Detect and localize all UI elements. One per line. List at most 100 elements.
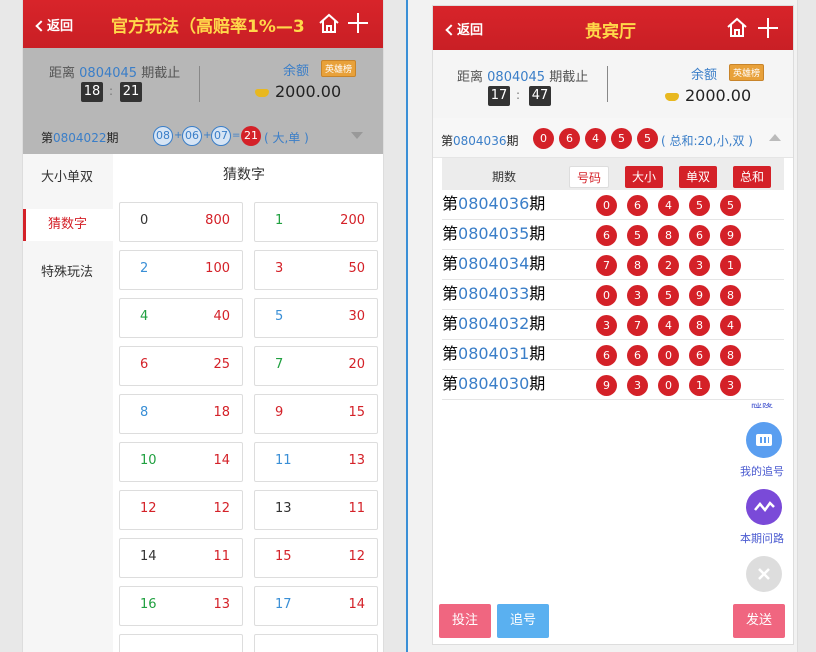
history-ball: 8 [720,345,741,366]
draw-ball: 06 [182,126,202,146]
history-ball: 2 [658,255,679,276]
hero-rank-badge[interactable]: 英雄榜 [729,64,765,81]
plus-icon[interactable] [347,12,369,34]
last-period: 第0804036期 [441,134,519,148]
number-cell-partial[interactable] [254,634,378,652]
history-ball: 7 [627,315,648,336]
collapse-up-icon[interactable] [769,134,781,141]
number-cell[interactable]: 16 13 [119,586,243,626]
ticket-icon [756,434,772,446]
history-ball: 5 [689,195,710,216]
number-cell[interactable]: 8 18 [119,394,243,434]
my-tracking-label: 我的追号 [740,465,784,478]
balance-value: 2000.00 [665,86,751,105]
number-cell[interactable]: 15 12 [254,538,378,578]
close-floating-button[interactable] [746,556,782,592]
number-cell[interactable]: 13 11 [254,490,378,530]
sidebar-item-guess-number[interactable]: 猜数字 [23,209,113,241]
cell-odds: 12 [348,549,365,564]
track-button[interactable]: 追号 [497,604,549,638]
right-header: 返回 贵宾厅 [433,6,793,50]
number-cell[interactable]: 14 11 [119,538,243,578]
number-cell[interactable]: 2 100 [119,250,243,290]
home-icon[interactable] [317,12,341,36]
sidebar-item-big-small[interactable]: 大小单双 [23,162,113,194]
home-icon[interactable] [725,16,749,40]
number-cell[interactable]: 5 30 [254,298,378,338]
plus-icon[interactable] [757,17,779,39]
table-row[interactable]: 第0804036期 0 6 4 5 5 [442,190,784,220]
left-back-button[interactable]: 返回 [35,15,73,34]
countdown-label: 距离 0804045 期截止 [457,70,589,85]
history-ball: 3 [627,375,648,396]
history-ball: 4 [658,195,679,216]
tab-odd-even[interactable]: 单双 [679,166,717,188]
number-cell-partial[interactable] [119,634,243,652]
number-cell[interactable]: 7 20 [254,346,378,386]
bet-button[interactable]: 投注 [439,604,491,638]
table-row[interactable]: 第0804032期 3 7 4 8 4 [442,310,784,340]
right-back-button[interactable]: 返回 [445,19,483,38]
number-cell[interactable]: 11 13 [254,442,378,482]
cell-number: 7 [275,357,284,372]
result-ball: 21 [241,126,261,146]
cell-number: 3 [275,261,284,276]
draw-ball: 5 [611,128,632,149]
col-issue: 期数 [491,170,516,184]
right-last-draw[interactable]: 第0804036期 0 6 4 5 5 ( 总和:20,小,双 ) [433,118,793,158]
number-cell[interactable]: 4 40 [119,298,243,338]
cell-odds: 40 [213,309,230,324]
left-body: 大小单双 猜数字 特殊玩法 猜数字 0 800 1 200 2 100 3 50 4 40 5 30 6… [23,154,383,652]
history-ball: 6 [596,345,617,366]
table-row[interactable]: 第0804030期 9 3 0 1 3 [442,370,784,400]
cell-odds: 13 [213,597,230,612]
table-row[interactable]: 第0804035期 6 5 8 6 9 [442,220,784,250]
draw-ball: 08 [153,126,173,146]
cell-number: 5 [275,309,284,324]
number-cell[interactable]: 17 14 [254,586,378,626]
countdown-seconds: 47 [529,86,551,106]
tab-numbers[interactable]: 号码 [569,166,609,188]
history-ball: 9 [596,375,617,396]
number-cell[interactable]: 1 200 [254,202,378,242]
cell-number: 13 [275,501,292,516]
number-cell[interactable]: 12 12 [119,490,243,530]
cell-number: 12 [140,501,157,516]
left-last-draw[interactable]: 第0804022期 08 + 06 + 07 = 21 ( 大,单 ) [23,118,383,154]
history-ball: 0 [596,285,617,306]
table-row[interactable]: 第0804033期 0 3 5 9 8 [442,280,784,310]
balance-label: 余额 [283,64,310,79]
left-header: 返回 官方玩法（高赔率1%—3 [23,0,383,48]
number-cell[interactable]: 3 50 [254,250,378,290]
countdown-colon: : [109,84,114,98]
history-ball: 8 [658,225,679,246]
chevron-left-icon [445,24,457,36]
cell-number: 14 [140,549,157,564]
number-cell[interactable]: 0 800 [119,202,243,242]
cell-odds: 50 [348,261,365,276]
send-button[interactable]: 发送 [733,604,785,638]
history-ball: 8 [720,285,741,306]
history-ball: 1 [689,375,710,396]
tab-big-small[interactable]: 大小 [625,166,663,188]
sidebar-item-special[interactable]: 特殊玩法 [23,257,113,289]
number-cell[interactable]: 9 15 [254,394,378,434]
trend-button[interactable] [746,489,782,525]
trend-wave-icon [754,501,775,513]
history-table: 期数 号码 大小 单双 总和 第0804036期 0 6 4 5 5 第0804035期 6 5… [442,158,784,400]
divider [199,66,200,102]
number-cell[interactable]: 6 25 [119,346,243,386]
grid-title: 猜数字 [223,167,265,183]
floating-partial-label: 咪降 [751,400,773,408]
tab-sum[interactable]: 总和 [733,166,771,188]
cell-odds: 100 [205,261,230,276]
history-ball: 6 [689,345,710,366]
countdown-minutes: 18 [81,82,103,102]
hero-rank-badge[interactable]: 英雄榜 [321,60,357,77]
table-row[interactable]: 第0804031期 6 6 0 6 8 [442,340,784,370]
number-cell[interactable]: 10 14 [119,442,243,482]
expand-down-icon[interactable] [351,132,363,139]
my-tracking-button[interactable] [746,422,782,458]
table-row[interactable]: 第0804034期 7 8 2 3 1 [442,250,784,280]
history-ball: 6 [627,195,648,216]
